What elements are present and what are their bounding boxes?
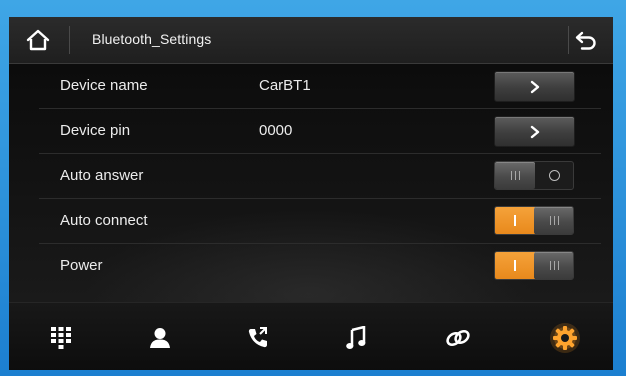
settings-list: Device name CarBT1 Device pin 0000 Auto … [9,64,613,302]
toggle-knob [495,162,535,189]
row-device-name: Device name CarBT1 [39,64,601,109]
on-bar-icon [514,215,516,226]
device-name-edit-button[interactable] [494,71,575,102]
home-icon [26,29,50,51]
call-log-icon [248,327,267,348]
row-label: Power [60,257,103,274]
row-label: Device pin [60,122,131,139]
screen: Bluetooth_Settings Device name CarBT1 De… [9,17,613,370]
row-auto-answer: Auto answer [39,154,601,199]
chevron-right-icon [530,80,539,93]
dialpad-icon [51,327,71,349]
auto-answer-toggle[interactable] [494,161,574,190]
contacts-icon [150,328,170,348]
toggle-on-indicator [495,252,535,279]
nav-contacts[interactable] [142,320,178,356]
device-pin-edit-button[interactable] [494,116,575,147]
toggle-knob [534,207,573,234]
toggle-off-indicator [534,162,573,189]
nav-settings[interactable] [547,320,583,356]
row-label: Device name [60,77,148,94]
nav-dialpad[interactable] [43,320,79,356]
bottom-nav-bar [9,302,613,370]
grip-icon [510,171,520,180]
back-arrow-icon [575,31,596,50]
on-bar-icon [514,260,516,271]
row-value: 0000 [259,122,293,139]
link-icon [446,330,470,346]
power-toggle[interactable] [494,251,574,280]
header-bar: Bluetooth_Settings [9,17,613,64]
row-power: Power [39,244,601,288]
chevron-right-icon [530,125,539,138]
row-label: Auto answer [60,167,144,184]
settings-gear-icon [550,323,580,353]
toggle-on-indicator [495,207,535,234]
row-auto-connect: Auto connect [39,199,601,244]
header-divider [69,26,70,54]
back-button[interactable] [569,23,603,57]
device-frame: Bluetooth_Settings Device name CarBT1 De… [0,0,626,376]
page-title: Bluetooth_Settings [92,31,212,47]
nav-call-log[interactable] [240,320,276,356]
off-circle-icon [548,170,560,181]
music-icon [346,326,366,349]
auto-connect-toggle[interactable] [494,206,574,235]
nav-music[interactable] [338,320,374,356]
row-device-pin: Device pin 0000 [39,109,601,154]
grip-icon [549,216,559,225]
grip-icon [549,261,559,270]
nav-link[interactable] [440,320,476,356]
toggle-knob [534,252,573,279]
home-button[interactable] [21,23,55,57]
row-label: Auto connect [60,212,148,229]
row-value: CarBT1 [259,77,311,94]
